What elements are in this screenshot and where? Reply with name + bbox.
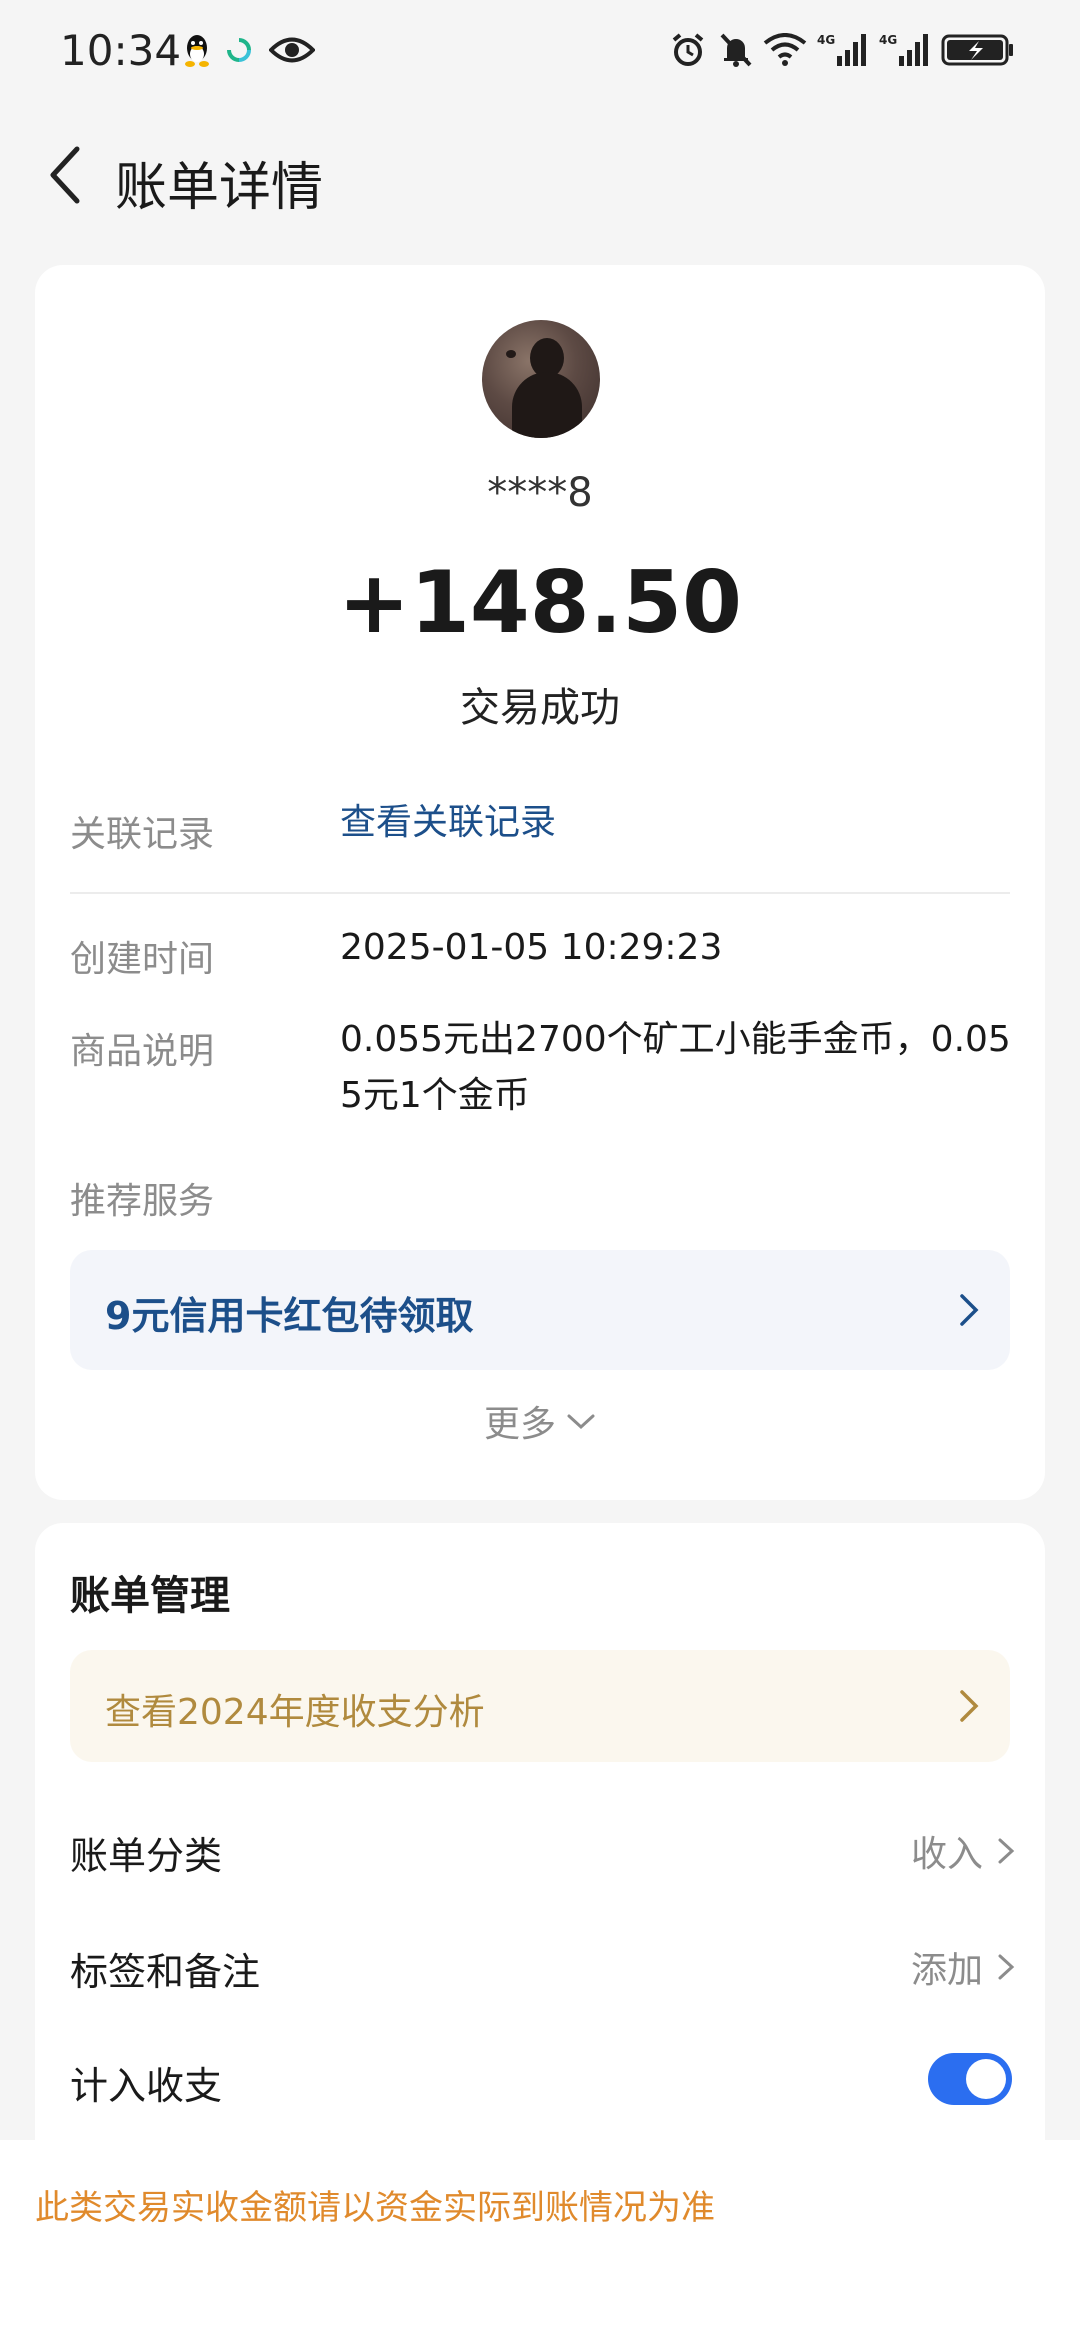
more-button[interactable]: 更多 [35, 1395, 1045, 1447]
chevron-right-icon [960, 1690, 979, 1722]
count-in-balance-toggle[interactable] [928, 2053, 1012, 2105]
bill-category-value: 收入 [910, 1834, 983, 1875]
annual-analysis-text: 查看2024年度收支分析 [105, 1692, 485, 1733]
promo-text: 9元信用卡红包待领取 [105, 1294, 474, 1338]
goods-description-line-2: 5元1个金币 [340, 1075, 530, 1116]
notice-text: 此类交易实收金额请以资金实际到账情况为准 [35, 2188, 715, 2228]
section-title: 账单管理 [70, 1573, 230, 1619]
mute-bell-icon [716, 30, 756, 70]
created-time-label: 创建时间 [70, 939, 215, 980]
refresh-app-icon [222, 30, 256, 70]
transaction-card: ****8 +148.50 交易成功 关联记录 查看关联记录 创建时间 2025… [35, 265, 1045, 1500]
bill-management-card: 账单管理 查看2024年度收支分析 账单分类 收入 标签和备注 添加 计入收支 [35, 1523, 1045, 2183]
signal-4g-icon-2: 4G [878, 30, 932, 70]
avatar[interactable] [482, 320, 600, 438]
bill-detail-page: 10:34 4G 4G 账单详情 ****8 +148.50 交易成功 关联记录… [0, 0, 1080, 2340]
alarm-icon [668, 30, 708, 70]
chevron-right-icon [960, 1294, 979, 1326]
status-time: 10:34 [60, 26, 182, 75]
bill-category-selector[interactable]: 收入 [911, 1825, 1015, 1877]
transaction-amount: +148.50 [338, 553, 742, 653]
created-time-value: 2025-01-05 10:29:23 [340, 927, 723, 968]
chevron-down-icon [567, 1414, 595, 1430]
divider [70, 892, 1010, 894]
wifi-icon [762, 30, 808, 70]
goods-description-value: 0.055元出2700个矿工小能手金币，0.05 5元1个金币 [340, 1012, 1011, 1124]
goods-description-label: 商品说明 [70, 1031, 215, 1072]
battery-charging-icon [940, 30, 1016, 70]
payer-name: ****8 [487, 470, 593, 516]
annual-analysis-banner[interactable]: 查看2024年度收支分析 [70, 1650, 1010, 1762]
toggle-knob [966, 2059, 1006, 2099]
back-button[interactable] [30, 140, 100, 210]
chevron-right-icon [998, 1838, 1015, 1864]
status-bar: 10:34 4G 4G [0, 0, 1080, 100]
svg-text:4G: 4G [879, 33, 897, 47]
nav-bar: 账单详情 [0, 120, 1080, 230]
recommended-services-label: 推荐服务 [70, 1181, 215, 1222]
chevron-right-icon [998, 1954, 1015, 1980]
goods-description-line-1: 0.055元出2700个矿工小能手金币，0.05 [340, 1019, 1011, 1060]
transaction-status: 交易成功 [460, 685, 620, 731]
count-in-balance-label: 计入收支 [70, 2064, 223, 2108]
tags-notes-add-button[interactable]: 添加 [911, 1941, 1015, 1993]
related-record-label: 关联记录 [70, 814, 215, 855]
tags-notes-label: 标签和备注 [70, 1950, 261, 1994]
page-title: 账单详情 [115, 158, 324, 218]
chevron-left-icon [50, 146, 80, 204]
credit-card-red-packet-banner[interactable]: 9元信用卡红包待领取 [70, 1250, 1010, 1370]
svg-text:4G: 4G [817, 33, 835, 47]
qq-icon [180, 30, 214, 70]
view-related-record-link[interactable]: 查看关联记录 [340, 795, 556, 851]
signal-4g-icon: 4G [816, 30, 870, 70]
eye-icon [268, 30, 316, 70]
more-label: 更多 [483, 1404, 556, 1445]
tags-notes-value: 添加 [910, 1950, 983, 1991]
bill-category-label: 账单分类 [70, 1834, 223, 1878]
bottom-notice: 此类交易实收金额请以资金实际到账情况为准 [0, 2140, 1080, 2340]
